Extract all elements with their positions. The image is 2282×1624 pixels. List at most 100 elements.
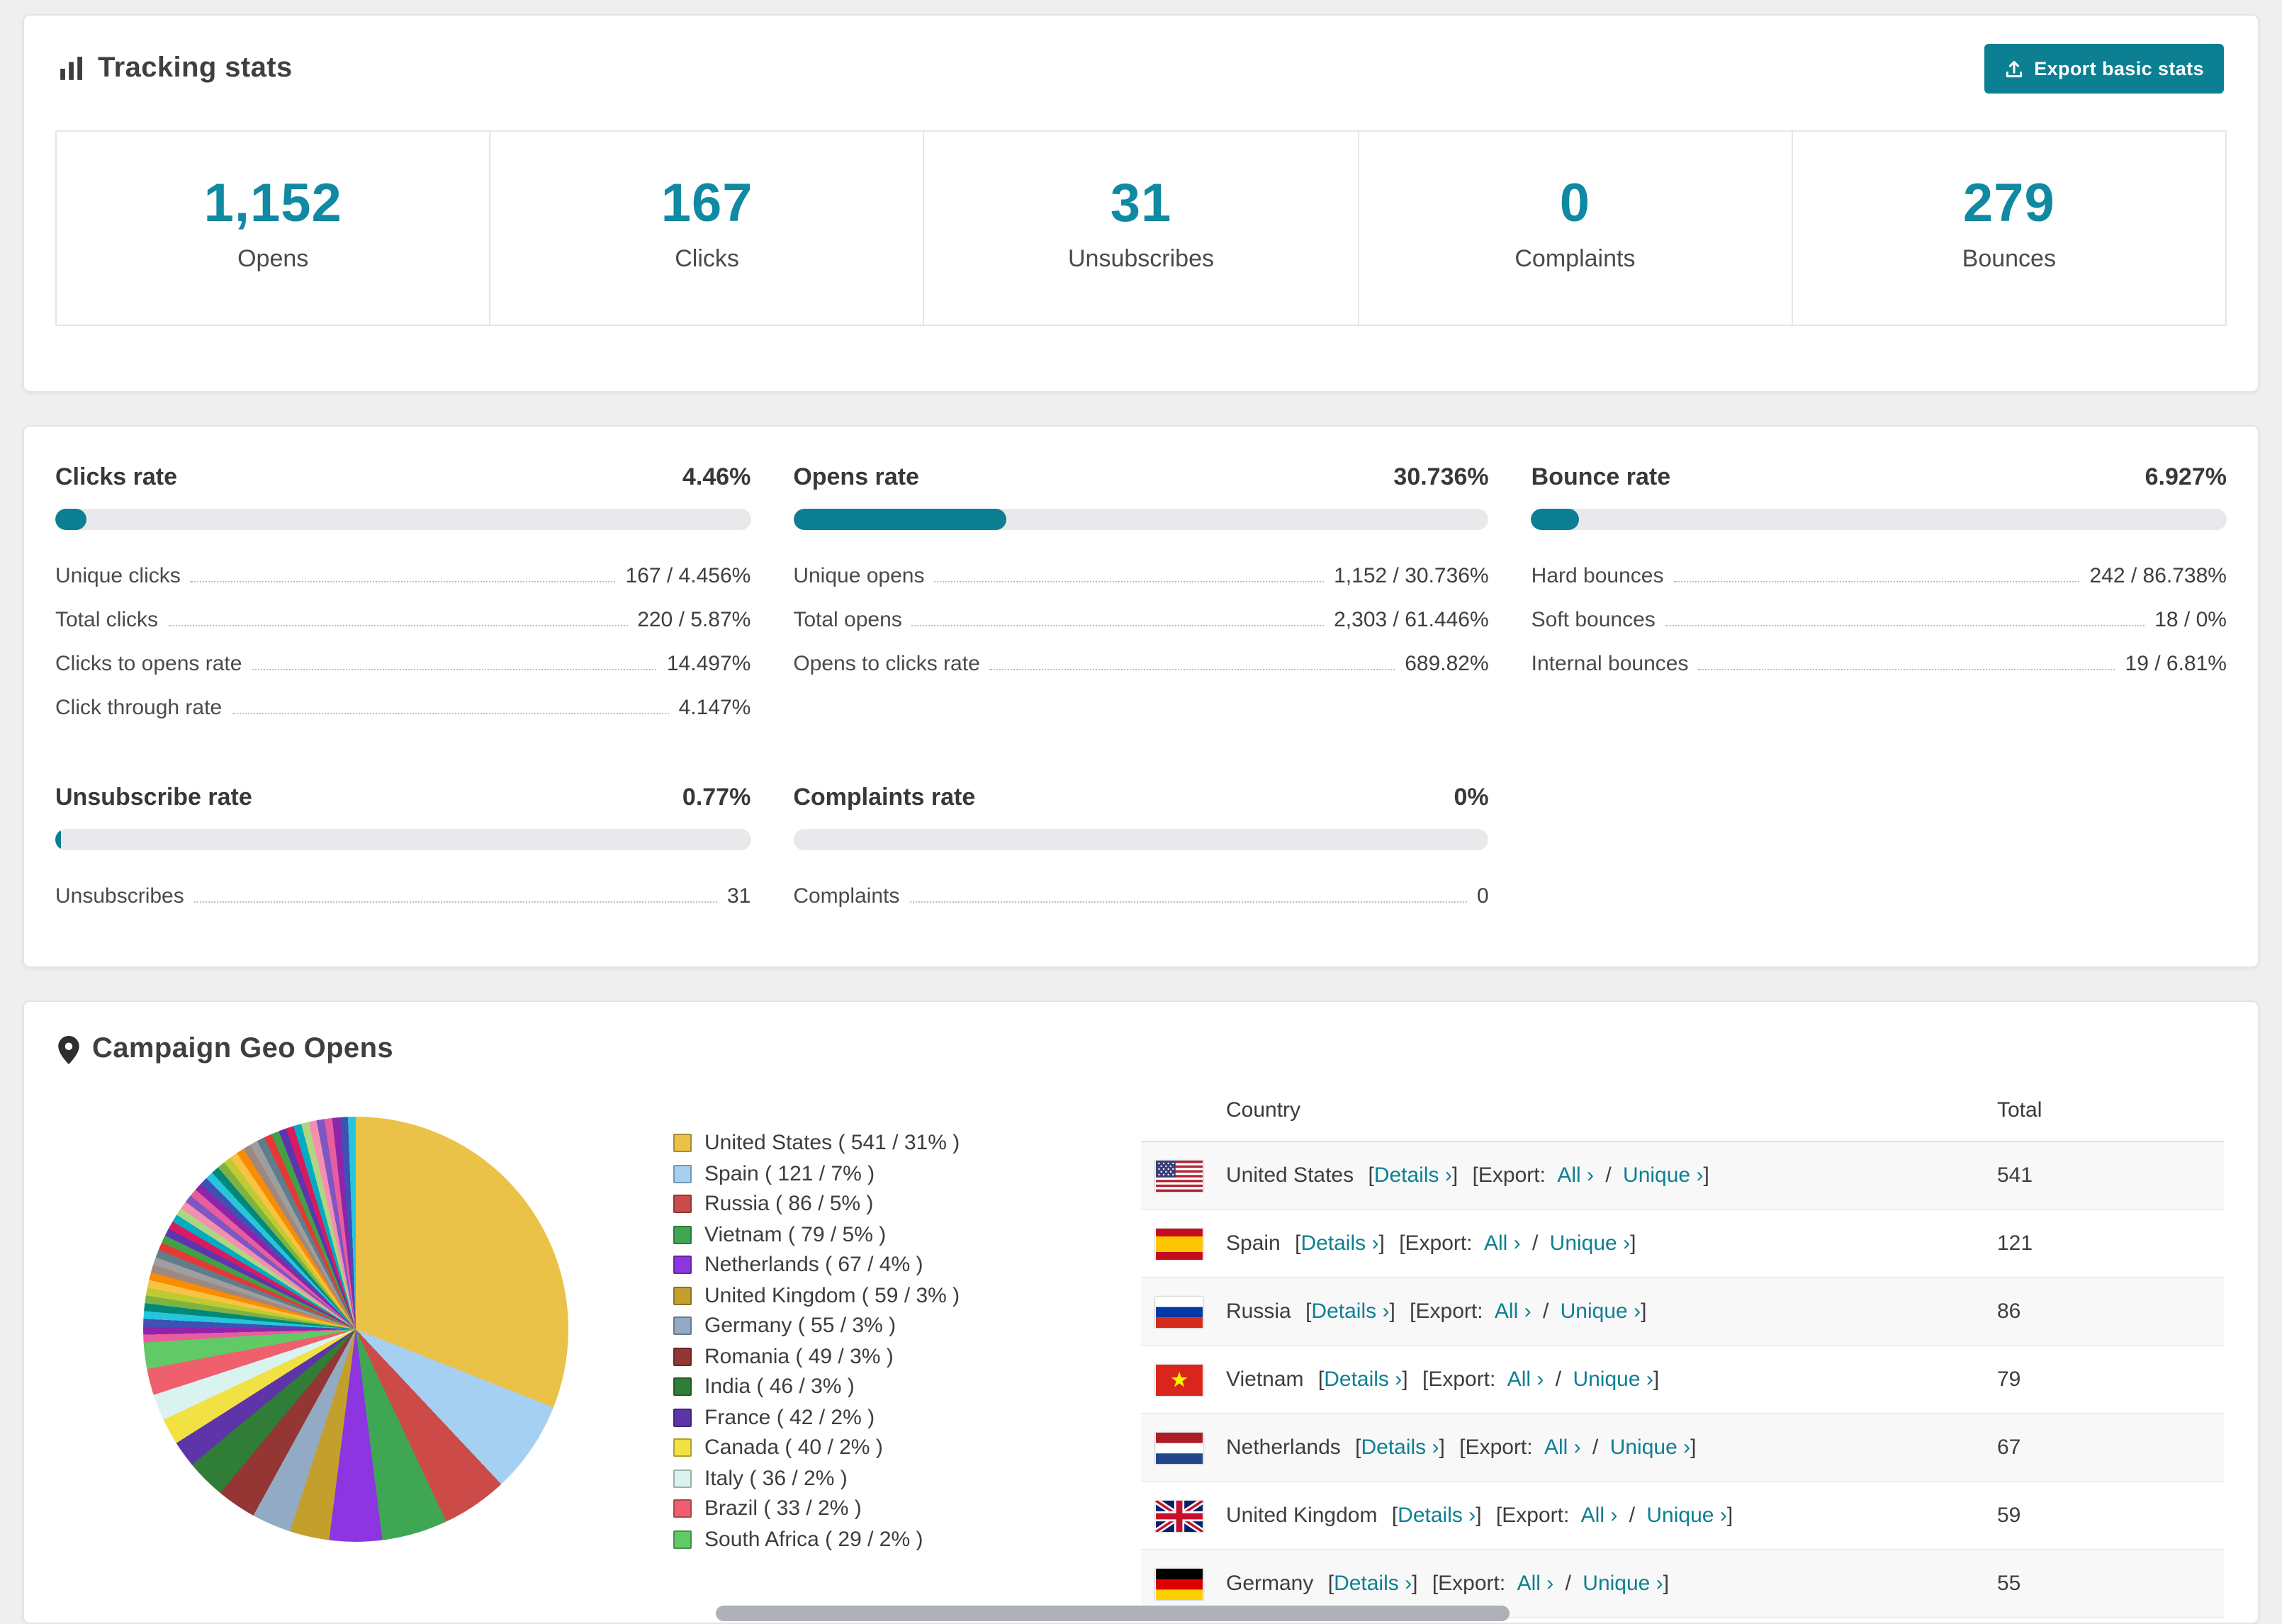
spain-flag-icon: [1155, 1228, 1203, 1259]
export-prefix: Export:: [1428, 1368, 1496, 1392]
legend-label: Netherlands ( 67 / 4% ): [704, 1253, 923, 1277]
export-unique-link[interactable]: Unique ›: [1623, 1163, 1703, 1188]
stat-row-value: 689.82%: [1405, 652, 1489, 676]
legend-item: South Africa ( 29 / 2% ): [673, 1524, 1141, 1555]
bracket: ]: [1690, 1436, 1697, 1460]
details-link[interactable]: Details ›: [1374, 1163, 1452, 1188]
slash: /: [1605, 1163, 1612, 1188]
export-unique-link[interactable]: Unique ›: [1561, 1299, 1641, 1324]
stat-row-label: Unsubscribes: [55, 884, 184, 908]
export-basic-stats-button[interactable]: Export basic stats: [1984, 44, 2224, 94]
details-link[interactable]: Details ›: [1324, 1368, 1402, 1392]
export-prefix: Export:: [1465, 1436, 1533, 1460]
stat-row-label: Total opens: [793, 608, 902, 632]
bounce-rate-title: Bounce rate: [1531, 463, 1671, 490]
legend-swatch: [673, 1530, 692, 1549]
legend-item: Canada ( 40 / 2% ): [673, 1433, 1141, 1463]
stat-row-label: Hard bounces: [1531, 564, 1664, 588]
table-row-vietnam: Vietnam [Details ›] [Export: All › / Uni…: [1141, 1346, 2224, 1414]
legend-item: Spain ( 121 / 7% ): [673, 1158, 1141, 1189]
country-name: Germany: [1226, 1572, 1314, 1596]
table-row-united-states: United States [Details ›] [Export: All ›…: [1141, 1142, 2224, 1210]
legend-label: Russia ( 86 / 5% ): [704, 1192, 874, 1216]
legend-label: Germany ( 55 / 3% ): [704, 1314, 896, 1338]
bracket: ]: [1663, 1572, 1670, 1596]
bounces-count: 279: [1962, 174, 2055, 234]
dotted-leader: [1698, 669, 2115, 670]
dotted-leader: [168, 625, 628, 626]
bounces-label: Bounces: [1962, 245, 2056, 272]
country-name: Netherlands: [1226, 1436, 1341, 1460]
clicks-label: Clicks: [675, 245, 739, 272]
legend-label: Italy ( 36 / 2% ): [704, 1466, 848, 1490]
stat-row-label: Soft bounces: [1531, 608, 1656, 632]
geo-table-header: Country Total: [1141, 1080, 2224, 1142]
geo-table: Country Total United States [Details ›] …: [1141, 1080, 2224, 1618]
export-icon: [2004, 59, 2024, 79]
export-prefix: Export:: [1478, 1163, 1546, 1188]
stat-box-clicks: 167 Clicks: [490, 132, 925, 325]
geo-pie-chart[interactable]: [143, 1117, 568, 1542]
details-link[interactable]: Details ›: [1311, 1299, 1389, 1324]
export-all-link[interactable]: All ›: [1507, 1368, 1544, 1392]
geo-table-body: United States [Details ›] [Export: All ›…: [1141, 1142, 2224, 1618]
legend-swatch: [673, 1469, 692, 1488]
legend-label: India ( 46 / 3% ): [704, 1375, 855, 1399]
bracket: ]: [1389, 1299, 1395, 1324]
bracket: ]: [1378, 1231, 1385, 1256]
complaints-rate-track: [793, 829, 1489, 850]
details-link[interactable]: Details ›: [1334, 1572, 1412, 1596]
dotted-leader: [1673, 581, 2080, 582]
stat-row: Click through rate 4.147%: [55, 686, 751, 730]
pie-legend: United States ( 541 / 31% ) Spain ( 121 …: [673, 1128, 1141, 1618]
legend-label: Brazil ( 33 / 2% ): [704, 1496, 862, 1521]
export-all-link[interactable]: All ›: [1557, 1163, 1594, 1188]
legend-item: Vietnam ( 79 / 5% ): [673, 1219, 1141, 1250]
complaints-count: 0: [1559, 174, 1591, 234]
opens-label: Opens: [237, 245, 309, 272]
stat-row-value: 14.497%: [666, 652, 751, 676]
export-all-link[interactable]: All ›: [1581, 1504, 1618, 1528]
stat-row-value: 0: [1476, 884, 1489, 908]
export-all-link[interactable]: All ›: [1544, 1436, 1581, 1460]
export-all-link[interactable]: All ›: [1517, 1572, 1554, 1596]
dotted-leader: [989, 669, 1395, 670]
rate-bar-fill: [55, 509, 86, 530]
legend-swatch: [673, 1499, 692, 1518]
export-unique-link[interactable]: Unique ›: [1610, 1436, 1690, 1460]
dotted-leader: [232, 713, 669, 714]
us-flag-icon: [1155, 1160, 1203, 1191]
stat-row: Internal bounces 19 / 6.81%: [1531, 642, 2227, 686]
details-link[interactable]: Details ›: [1398, 1504, 1476, 1528]
stat-row-value: 242 / 86.738%: [2089, 564, 2227, 588]
slash: /: [1555, 1368, 1562, 1392]
country-name: United States: [1226, 1163, 1354, 1188]
unsubscribes-label: Unsubscribes: [1068, 245, 1214, 272]
legend-swatch: [673, 1408, 692, 1427]
legend-item: France ( 42 / 2% ): [673, 1402, 1141, 1433]
legend-item: Romania ( 49 / 3% ): [673, 1341, 1141, 1372]
legend-swatch: [673, 1164, 692, 1183]
rate-bar-fill: [793, 509, 1007, 530]
stat-row-label: Clicks to opens rate: [55, 652, 242, 676]
export-unique-link[interactable]: Unique ›: [1550, 1231, 1630, 1256]
horizontal-scrollbar-thumb[interactable]: [716, 1606, 1510, 1621]
export-unique-link[interactable]: Unique ›: [1583, 1572, 1663, 1596]
stat-row: Opens to clicks rate 689.82%: [793, 642, 1488, 686]
stat-row: Hard bounces 242 / 86.738%: [1531, 554, 2227, 598]
legend-swatch: [673, 1438, 692, 1457]
stat-row-value: 19 / 6.81%: [2125, 652, 2227, 676]
bracket: [: [1459, 1436, 1466, 1460]
export-all-link[interactable]: All ›: [1484, 1231, 1521, 1256]
total-header: Total: [1997, 1098, 2042, 1122]
country-header: Country: [1226, 1098, 1301, 1122]
stat-row-label: Total clicks: [55, 608, 159, 632]
details-link[interactable]: Details ›: [1361, 1436, 1439, 1460]
legend-label: France ( 42 / 2% ): [704, 1405, 875, 1429]
export-unique-link[interactable]: Unique ›: [1646, 1504, 1726, 1528]
export-unique-link[interactable]: Unique ›: [1573, 1368, 1653, 1392]
bracket: ]: [1439, 1436, 1445, 1460]
details-link[interactable]: Details ›: [1300, 1231, 1378, 1256]
legend-swatch: [673, 1286, 692, 1305]
export-all-link[interactable]: All ›: [1495, 1299, 1531, 1324]
